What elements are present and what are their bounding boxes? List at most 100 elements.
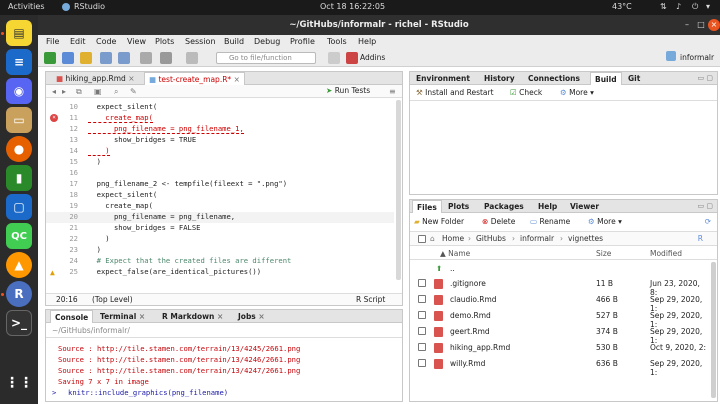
files-scrollbar[interactable] (711, 262, 716, 398)
breadcrumb-informalr[interactable]: informalr (520, 234, 554, 243)
vlc-app-icon[interactable]: ▲ (6, 252, 32, 278)
pane-minmax-icon[interactable]: ▭ ▢ (698, 74, 713, 82)
temperature[interactable]: 43°C (612, 2, 632, 11)
menu-view[interactable]: View (127, 37, 146, 46)
minimize-icon[interactable]: – (681, 19, 693, 31)
chevron-down-icon[interactable]: ▾ (706, 2, 710, 11)
firefox-app-icon[interactable]: ● (6, 136, 32, 162)
new-folder-button[interactable]: ▰ New Folder (414, 217, 464, 226)
file-row-up[interactable]: ⬆ .. (410, 261, 709, 277)
breadcrumb-vignettes[interactable]: vignettes (568, 234, 603, 243)
back-icon[interactable]: ◂ (52, 87, 56, 96)
tab-git[interactable]: Git (624, 72, 644, 85)
column-size[interactable]: Size (596, 249, 611, 258)
file-row[interactable]: demo.Rmd 527 B Sep 29, 2020, 1: (410, 308, 709, 329)
install-restart-button[interactable]: ⚒ Install and Restart (416, 88, 494, 97)
menu-tools[interactable]: Tools (327, 37, 347, 46)
row-checkbox[interactable] (418, 279, 426, 287)
tab-files[interactable]: Files (412, 200, 442, 213)
addins-button[interactable]: Addins (360, 53, 385, 62)
editor-scrollbar[interactable] (396, 100, 401, 280)
file-name[interactable]: claudio.Rmd (450, 295, 497, 304)
project-menu[interactable]: informalr (680, 53, 714, 62)
close-icon[interactable]: × (258, 312, 264, 321)
refresh-icon[interactable]: ⟳ (705, 217, 711, 226)
row-checkbox[interactable] (418, 327, 426, 335)
file-type-selector[interactable]: R Script (356, 295, 385, 304)
row-checkbox[interactable] (418, 359, 426, 367)
run-tests-button[interactable]: ➤ Run Tests (326, 86, 370, 95)
files-more-button[interactable]: ⚙ More ▾ (588, 217, 622, 226)
save-icon[interactable] (100, 52, 112, 64)
menu-lines-icon[interactable]: ≡ (389, 87, 396, 96)
rename-button[interactable]: ▭ Rename (530, 217, 570, 226)
clock[interactable]: Oct 18 16:22:05 (320, 2, 385, 11)
terminal-tool-icon[interactable]: ▮ (6, 165, 32, 191)
keepass-app-icon[interactable]: ▢ (6, 194, 32, 220)
tab-jobs[interactable]: Jobs × (234, 310, 269, 323)
code-tools-icon[interactable] (160, 52, 172, 64)
file-row[interactable]: hiking_app.Rmd 530 B Oct 9, 2020, 2: (410, 340, 709, 356)
breadcrumb-githubs[interactable]: GitHubs (476, 234, 506, 243)
column-modified[interactable]: Modified (650, 249, 682, 258)
column-name[interactable]: ▲ Name (440, 249, 470, 258)
app-menu[interactable]: RStudio (74, 2, 105, 11)
close-icon[interactable]: × (234, 75, 240, 84)
activities-button[interactable]: Activities (8, 2, 45, 11)
workspace-panes-icon[interactable] (186, 52, 198, 64)
tab-connections[interactable]: Connections (524, 72, 584, 85)
breadcrumb-home[interactable]: Home (442, 234, 464, 243)
menu-edit[interactable]: Edit (70, 37, 86, 46)
r-project-icon[interactable]: R (698, 234, 703, 243)
menu-build[interactable]: Build (224, 37, 244, 46)
close-icon[interactable]: × (217, 312, 223, 321)
scope-selector[interactable]: (Top Level) (92, 295, 133, 304)
tab-build[interactable]: Build (590, 72, 622, 85)
close-icon[interactable]: × (128, 74, 134, 83)
tab-packages[interactable]: Packages (480, 200, 528, 213)
file-row[interactable]: geert.Rmd 374 B Sep 29, 2020, 1: (410, 324, 709, 345)
menu-profile[interactable]: Profile (290, 37, 315, 46)
save-icon[interactable]: ▣ (94, 87, 102, 96)
notes-app-icon[interactable]: ▤ (6, 20, 32, 46)
tab-console[interactable]: Console (50, 310, 94, 323)
open-file-icon[interactable] (80, 52, 92, 64)
select-all-checkbox[interactable] (418, 235, 426, 243)
power-icon[interactable]: ⏻ (692, 2, 698, 12)
tab-plots[interactable]: Plots (444, 200, 473, 213)
error-icon[interactable]: × (50, 114, 58, 122)
save-all-icon[interactable] (118, 52, 130, 64)
new-file-icon[interactable] (44, 52, 56, 64)
forward-icon[interactable]: ▸ (62, 87, 66, 96)
file-name[interactable]: hiking_app.Rmd (450, 343, 510, 352)
writer-app-icon[interactable]: ≡ (6, 49, 32, 75)
file-name[interactable]: geert.Rmd (450, 327, 490, 336)
terminal-app-icon[interactable]: >_ (6, 310, 32, 336)
file-name[interactable]: .gitignore (450, 279, 486, 288)
show-apps-icon[interactable]: ⋮⋮ (5, 370, 33, 396)
pane-minmax-icon[interactable]: ▭ ▢ (698, 202, 713, 210)
menu-plots[interactable]: Plots (155, 37, 174, 46)
discord-app-icon[interactable]: ◉ (6, 78, 32, 104)
file-row[interactable]: .gitignore 11 B Jun 23, 2020, 8: (410, 276, 709, 297)
row-checkbox[interactable] (418, 295, 426, 303)
search-icon[interactable]: ⌕ (114, 87, 118, 97)
tab-viewer[interactable]: Viewer (566, 200, 603, 213)
build-more-button[interactable]: ⚙ More ▾ (560, 88, 594, 97)
tab-history[interactable]: History (480, 72, 519, 85)
close-icon[interactable]: × (139, 312, 145, 321)
file-row[interactable]: willy.Rmd 636 B Sep 29, 2020, 1: (410, 356, 709, 377)
console-output[interactable]: ~/GitHubs/informalr/ Source : http://til… (46, 324, 402, 401)
menu-file[interactable]: File (46, 37, 59, 46)
row-checkbox[interactable] (418, 311, 426, 319)
r-app-icon[interactable]: R (6, 281, 32, 307)
grid-icon[interactable] (328, 52, 340, 64)
console-input[interactable]: knitr::include_graphics(png_filename) (68, 388, 228, 397)
volume-icon[interactable]: ♪ (676, 2, 681, 11)
row-checkbox[interactable] (418, 343, 426, 351)
tab-hiking-app[interactable]: ■ hiking_app.Rmd × (52, 72, 138, 85)
file-name[interactable]: demo.Rmd (450, 311, 491, 320)
tab-test-create-map[interactable]: ■ test-create_map.R* × (144, 72, 245, 85)
menu-code[interactable]: Code (96, 37, 116, 46)
file-row[interactable]: claudio.Rmd 466 B Sep 29, 2020, 1: (410, 292, 709, 313)
